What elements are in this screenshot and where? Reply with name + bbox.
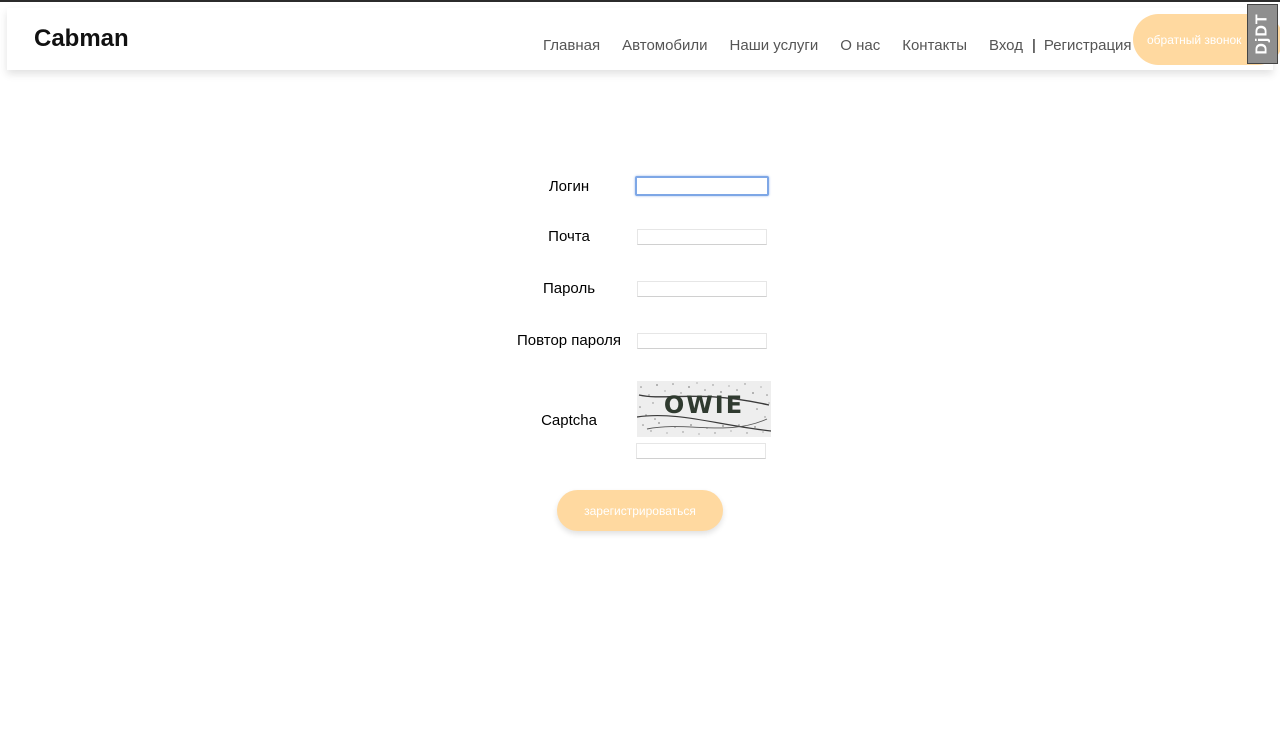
password-input[interactable] xyxy=(637,280,767,297)
captcha-image: OWIE xyxy=(637,381,771,437)
login-label: Логин xyxy=(548,177,590,195)
login-input[interactable] xyxy=(635,176,769,196)
nav-link-about[interactable]: О нас xyxy=(840,37,880,54)
form-row-password-repeat: Повтор пароля xyxy=(500,332,800,349)
nav-link-contacts[interactable]: Контакты xyxy=(902,37,967,54)
email-input[interactable] xyxy=(637,228,767,245)
captcha-label: Captcha xyxy=(541,412,597,429)
nav-link-cars[interactable]: Автомобили xyxy=(622,37,707,54)
debug-toolbar-label: DjDT xyxy=(1253,13,1271,55)
form-row-email: Почта xyxy=(500,228,800,245)
nav-link-home[interactable]: Главная xyxy=(543,37,600,54)
auth-separator: | xyxy=(1031,37,1036,54)
email-label: Почта xyxy=(548,228,590,245)
captcha-input[interactable] xyxy=(636,443,766,459)
form-row-login: Логин xyxy=(500,176,800,196)
navbar: Cabman Главная Автомобили Наши услуги О … xyxy=(7,8,1280,70)
form-row-password: Пароль xyxy=(500,280,800,297)
register-submit-button[interactable]: зарегистрироваться xyxy=(557,490,723,531)
brand-logo[interactable]: Cabman xyxy=(34,25,129,53)
password-repeat-input[interactable] xyxy=(637,332,767,349)
nav-link-register[interactable]: Регистрация xyxy=(1044,37,1132,54)
main-nav: Главная Автомобили Наши услуги О нас Кон… xyxy=(543,37,1132,54)
nav-link-services[interactable]: Наши услуги xyxy=(730,37,819,54)
debug-toolbar-handle[interactable]: DjDT xyxy=(1247,4,1278,64)
password-label: Пароль xyxy=(542,280,596,297)
auth-links: Вход | Регистрация xyxy=(989,37,1132,54)
captcha-text: OWIE xyxy=(663,391,745,419)
nav-link-login[interactable]: Вход xyxy=(989,37,1023,54)
password-repeat-label: Повтор пароля xyxy=(516,332,621,349)
window-top-border xyxy=(0,0,1280,2)
